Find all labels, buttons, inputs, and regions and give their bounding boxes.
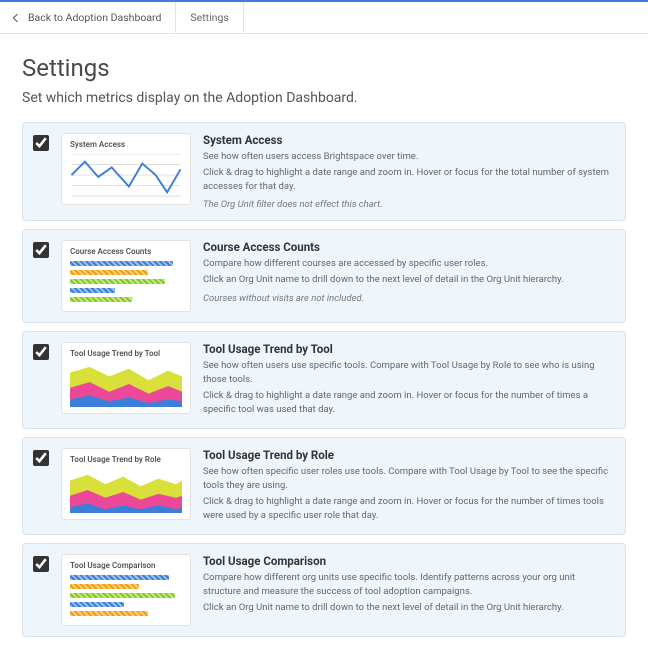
breadcrumb-current-label: Settings (190, 11, 228, 24)
metric-title: System Access (203, 133, 613, 147)
metric-text: Tool Usage Trend by Tool See how often u… (203, 342, 613, 418)
metric-desc-2: Click & drag to highlight a date range a… (203, 166, 613, 194)
metric-row-course-access: Course Access Counts Course Access Count… (22, 229, 626, 323)
metric-title: Course Access Counts (203, 240, 613, 254)
metric-checkbox[interactable] (33, 242, 49, 258)
metric-thumbnail: Tool Usage Trend by Role (61, 448, 191, 520)
metric-text: Tool Usage Trend by Role See how often s… (203, 448, 613, 524)
chevron-left-icon (13, 13, 21, 21)
metric-thumbnail: Tool Usage Trend by Tool (61, 342, 191, 414)
metric-row-tool-usage-by-tool: Tool Usage Trend by Tool Tool Usage Tren… (22, 331, 626, 429)
metric-desc-2: Click & drag to highlight a date range a… (203, 495, 613, 523)
metric-checkbox[interactable] (33, 344, 49, 360)
area-chart-icon (70, 363, 182, 407)
line-chart-icon (70, 154, 182, 198)
metric-title: Tool Usage Trend by Role (203, 448, 613, 462)
metric-row-system-access: System Access System Access See how ofte… (22, 122, 626, 221)
metric-checkbox[interactable] (33, 450, 49, 466)
page-body: Settings Set which metrics display on th… (0, 34, 648, 647)
metric-desc-1: See how often users access Brightspace o… (203, 150, 613, 164)
metric-desc-1: Compare how different courses are access… (203, 257, 613, 271)
back-link-label: Back to Adoption Dashboard (28, 11, 161, 24)
bar-chart-icon (70, 575, 182, 619)
thumb-label: Course Access Counts (70, 247, 182, 256)
metric-checkbox[interactable] (33, 556, 49, 572)
metric-row-tool-usage-by-role: Tool Usage Trend by Role Tool Usage Tren… (22, 437, 626, 535)
page-title: Settings (22, 54, 626, 82)
breadcrumb-current: Settings (176, 2, 243, 33)
metric-text: Course Access Counts Compare how differe… (203, 240, 613, 304)
metric-title: Tool Usage Trend by Tool (203, 342, 613, 356)
area-chart-icon (70, 469, 182, 513)
bar-chart-icon (70, 261, 182, 305)
metric-thumbnail: System Access (61, 133, 191, 205)
metric-text: System Access See how often users access… (203, 133, 613, 210)
metric-desc-1: See how often specific user roles use to… (203, 465, 613, 493)
metric-note: The Org Unit filter does not effect this… (203, 199, 613, 210)
metric-title: Tool Usage Comparison (203, 554, 613, 568)
thumb-label: Tool Usage Comparison (70, 561, 182, 570)
metric-thumbnail: Course Access Counts (61, 240, 191, 312)
topbar: Back to Adoption Dashboard Settings (0, 0, 648, 34)
metric-note: Courses without visits are not included. (203, 293, 613, 304)
metric-row-tool-usage-comparison: Tool Usage Comparison Tool Usage Compari… (22, 543, 626, 637)
thumb-label: Tool Usage Trend by Role (70, 455, 182, 464)
back-link[interactable]: Back to Adoption Dashboard (0, 2, 176, 33)
metric-checkbox[interactable] (33, 135, 49, 151)
metric-desc-2: Click an Org Unit name to drill down to … (203, 273, 613, 287)
thumb-label: Tool Usage Trend by Tool (70, 349, 182, 358)
metric-desc-2: Click an Org Unit name to drill down to … (203, 601, 613, 615)
metric-desc-1: See how often users use specific tools. … (203, 359, 613, 387)
page-subtitle: Set which metrics display on the Adoptio… (22, 90, 626, 106)
thumb-label: System Access (70, 140, 182, 149)
metric-text: Tool Usage Comparison Compare how differ… (203, 554, 613, 616)
metric-thumbnail: Tool Usage Comparison (61, 554, 191, 626)
metric-desc-1: Compare how different org units use spec… (203, 571, 613, 599)
metric-desc-2: Click & drag to highlight a date range a… (203, 389, 613, 417)
